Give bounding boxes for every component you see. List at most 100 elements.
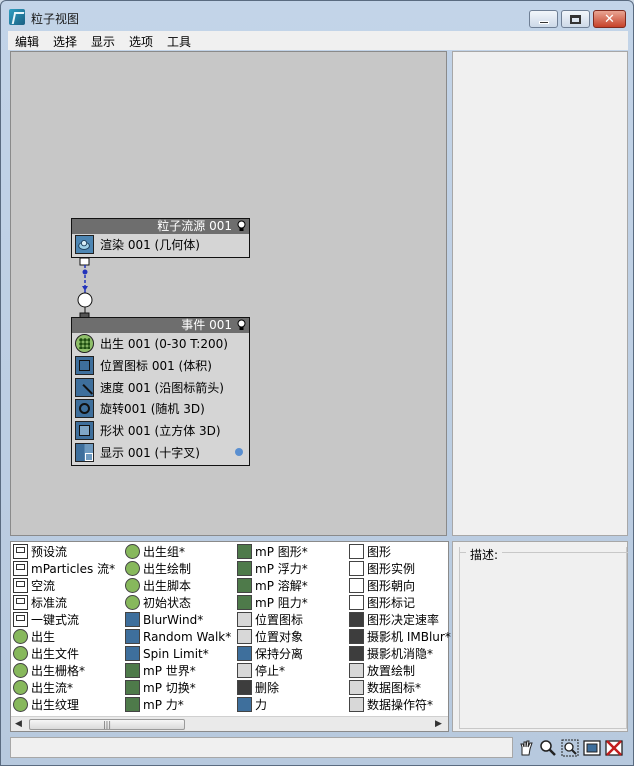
depot-item[interactable]: 图形 [349, 543, 391, 560]
depot-item[interactable]: mP 切换* [125, 679, 196, 696]
zoom-icon[interactable] [539, 739, 557, 757]
depot-item[interactable]: 一键式流 [13, 611, 79, 628]
operator-depot[interactable]: 预设流 mParticles 流* 空流 标准流 一键式流 出生 出生文件 出生栅格* 出生流*… [10, 541, 451, 732]
depot-item[interactable]: mP 图形* [237, 543, 308, 560]
maximize-button[interactable] [561, 10, 590, 28]
operator-row-speed[interactable]: 速度 001 (沿图标箭头) [72, 376, 249, 401]
minimize-button[interactable] [529, 10, 558, 28]
depot-item[interactable]: 放置绘制 [349, 662, 415, 679]
depot-item[interactable]: 摄影机 IMBlur* [349, 628, 451, 645]
depot-item-label: 保持分离 [255, 647, 304, 661]
operator-type-icon [13, 646, 28, 661]
depot-horizontal-scrollbar[interactable]: ◀ ||| ▶ [11, 716, 448, 731]
scroll-thumb[interactable]: ||| [29, 719, 185, 730]
depot-item[interactable]: 出生 [13, 628, 55, 645]
depot-item[interactable]: Spin Limit* [125, 645, 209, 662]
depot-item[interactable]: 出生栅格* [13, 662, 85, 679]
depot-item-label: 数据图标* [367, 681, 422, 695]
depot-item[interactable]: mP 溶解* [237, 577, 308, 594]
event-node[interactable]: 事件 001 出生 001 (0-30 T:200) 位置图标 001 (体积)… [71, 317, 250, 466]
menu-edit[interactable]: 编辑 [15, 33, 39, 50]
event-node-title[interactable]: 事件 001 [72, 318, 249, 333]
operator-row-display[interactable]: 显示 001 (十字叉) [72, 441, 249, 463]
depot-item[interactable]: 出生流* [13, 679, 73, 696]
depot-item[interactable]: mP 力* [125, 696, 184, 713]
event-wire[interactable] [71, 257, 111, 322]
depot-item[interactable]: 出生脚本 [125, 577, 191, 594]
operator-type-icon [237, 544, 252, 559]
operator-type-icon [237, 561, 252, 576]
menu-select[interactable]: 选择 [53, 33, 77, 50]
depot-item-label: 图形实例 [367, 562, 416, 576]
lightbulb-icon[interactable] [236, 220, 247, 232]
source-node[interactable]: 粒子流源 001 渲染 001 (几何体) [71, 218, 250, 258]
depot-item[interactable]: 空流 [13, 577, 55, 594]
depot-item[interactable]: 摄影机消隐* [349, 645, 433, 662]
minimize-icon [538, 20, 549, 24]
depot-item-label: mP 世界* [143, 664, 196, 678]
operator-type-icon [13, 561, 28, 576]
operator-type-icon [349, 697, 364, 712]
operator-type-icon [349, 612, 364, 627]
depot-item[interactable]: 图形实例 [349, 560, 415, 577]
depot-item[interactable]: mP 阻力* [237, 594, 308, 611]
zoom-region-icon[interactable] [561, 739, 579, 757]
operator-type-icon [125, 680, 140, 695]
depot-item[interactable]: mP 浮力* [237, 560, 308, 577]
depot-item[interactable]: 图形标记 [349, 594, 415, 611]
pan-icon[interactable] [517, 739, 535, 757]
operator-row-shape[interactable]: 形状 001 (立方体 3D) [72, 420, 249, 442]
zoom-extents-icon[interactable] [583, 739, 601, 757]
depot-item[interactable]: 位置图标 [237, 611, 303, 628]
depot-item-label: 放置绘制 [367, 664, 416, 678]
close-button[interactable]: ✕ [593, 10, 626, 28]
operator-type-icon [125, 595, 140, 610]
depot-item[interactable]: 保持分离 [237, 645, 303, 662]
no-draw-icon[interactable] [605, 739, 623, 757]
operator-row-position-icon[interactable]: 位置图标 001 (体积) [72, 355, 249, 377]
operator-label: 位置图标 001 (体积) [100, 359, 212, 374]
depot-item[interactable]: 数据操作符* [349, 696, 433, 713]
operator-type-icon [349, 544, 364, 559]
operator-row-birth[interactable]: 出生 001 (0-30 T:200) [72, 333, 249, 355]
source-node-title[interactable]: 粒子流源 001 [72, 219, 249, 234]
depot-item[interactable]: 位置对象 [237, 628, 303, 645]
maximize-icon [570, 14, 581, 24]
depot-item[interactable]: 删除 [237, 679, 279, 696]
depot-item-label: 图形 [367, 545, 392, 559]
operator-type-icon [349, 646, 364, 661]
depot-item[interactable]: 出生文件 [13, 645, 79, 662]
depot-item[interactable]: 预设流 [13, 543, 67, 560]
depot-item[interactable]: 力 [237, 696, 267, 713]
scroll-left-icon[interactable]: ◀ [15, 719, 22, 729]
depot-item-label: 出生纹理 [31, 698, 80, 712]
depot-item[interactable]: 出生绘制 [125, 560, 191, 577]
depot-item[interactable]: 标准流 [13, 594, 67, 611]
menu-display[interactable]: 显示 [91, 33, 115, 50]
depot-item[interactable]: 出生纹理 [13, 696, 79, 713]
depot-item[interactable]: 图形朝向 [349, 577, 415, 594]
parameters-panel[interactable] [452, 51, 628, 536]
depot-item[interactable]: 出生组* [125, 543, 185, 560]
display-color-swatch[interactable] [235, 448, 243, 457]
depot-item[interactable]: BlurWind* [125, 611, 203, 628]
lightbulb-icon[interactable] [236, 319, 247, 331]
depot-item[interactable]: 图形决定速率 [349, 611, 439, 628]
depot-item-label: mP 浮力* [255, 562, 308, 576]
operator-row-render[interactable]: 渲染 001 (几何体) [72, 234, 249, 256]
scroll-right-icon[interactable]: ▶ [435, 719, 442, 729]
depot-item[interactable]: Random Walk* [125, 628, 231, 645]
depot-item[interactable]: 初始状态 [125, 594, 191, 611]
depot-item[interactable]: mP 世界* [125, 662, 196, 679]
depot-item[interactable]: mParticles 流* [13, 560, 115, 577]
title-bar[interactable]: 粒子视图 ✕ [1, 1, 633, 31]
operator-row-rotation[interactable]: 旋转001 (随机 3D) [72, 398, 249, 420]
particle-diagram-panel[interactable]: 粒子流源 001 渲染 001 (几何体) 事件 001 出生 001 (0-3… [10, 51, 447, 536]
description-group: 描述: [459, 546, 628, 729]
depot-item[interactable]: 数据图标* [349, 679, 421, 696]
menu-options[interactable]: 选项 [129, 33, 153, 50]
menu-tools[interactable]: 工具 [167, 33, 191, 50]
operator-type-icon [13, 612, 28, 627]
depot-item[interactable]: 停止* [237, 662, 285, 679]
depot-item-label: 位置对象 [255, 630, 304, 644]
